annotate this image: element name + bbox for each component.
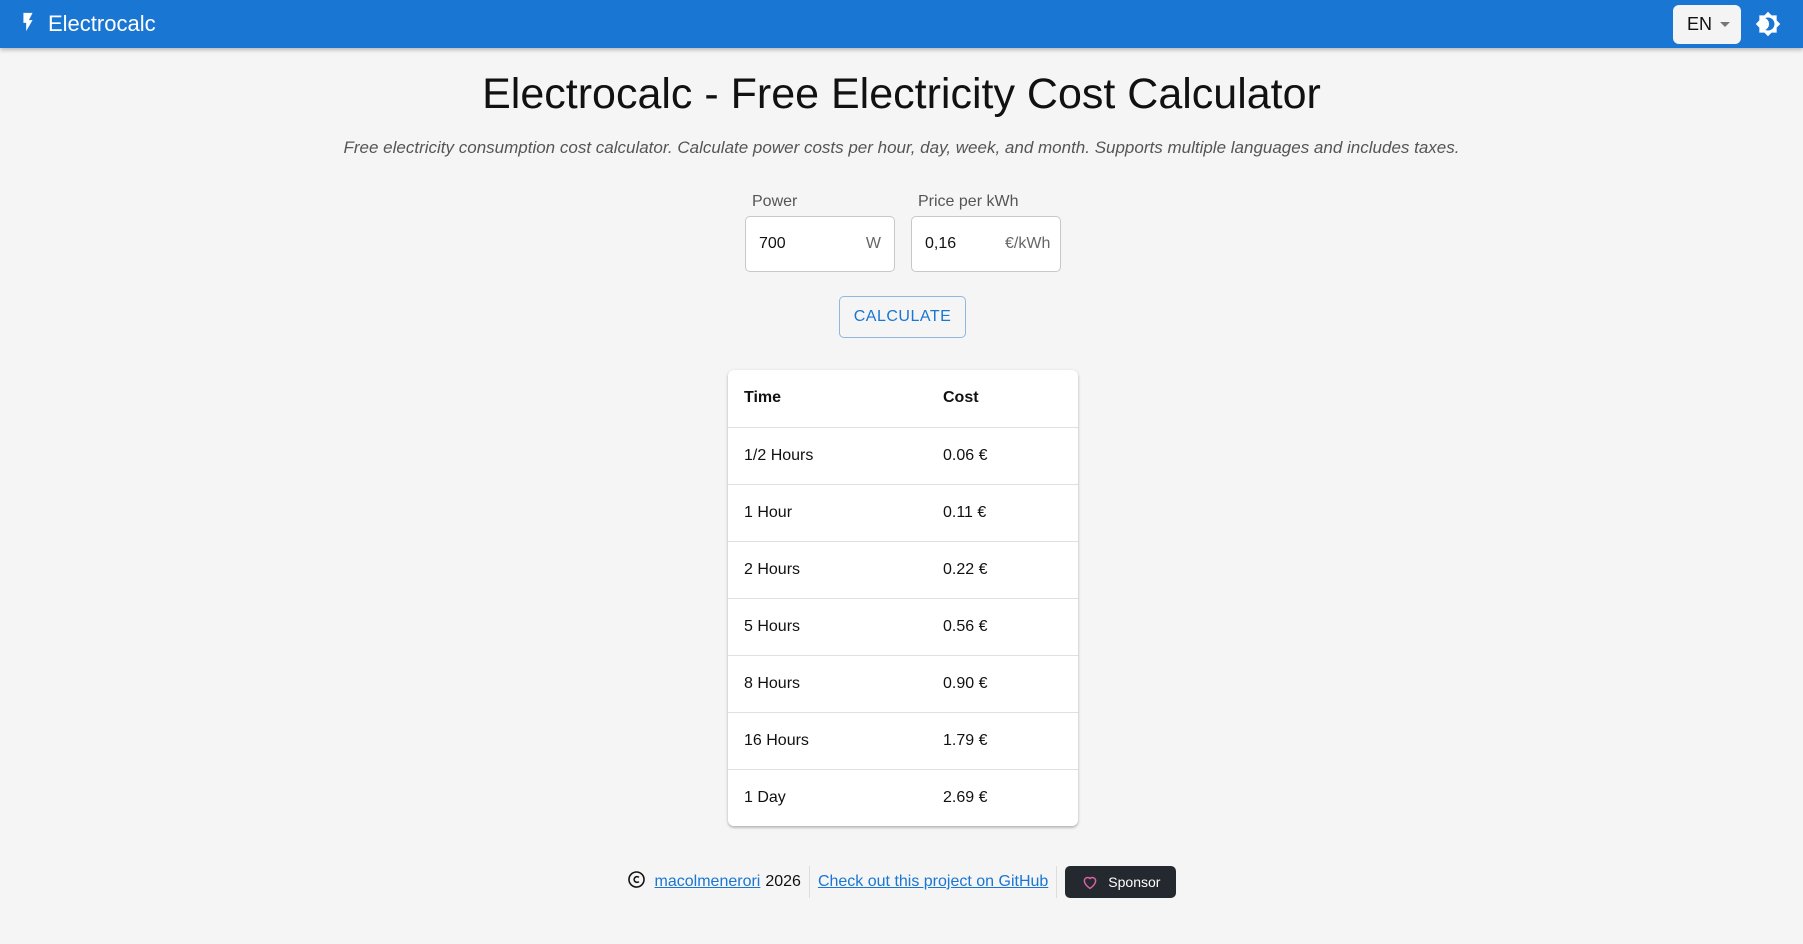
price-field[interactable]: €/kWh (911, 216, 1061, 272)
copyright-year: 2026 (765, 873, 801, 890)
table-row: 5 Hours 0.56 € (728, 598, 1078, 656)
cost-cell: 0.56 € (927, 598, 1078, 656)
app-name: Electrocalc (48, 11, 156, 36)
time-cell: 16 Hours (728, 712, 927, 770)
cost-cell: 0.90 € (927, 655, 1078, 713)
page-subtitle: Free electricity consumption cost calcul… (343, 138, 1460, 157)
language-value: EN (1687, 14, 1713, 34)
results-table: Time Cost 1/2 Hours 0.06 € 1 Hour 0.11 €… (728, 370, 1078, 826)
cost-cell: 0.11 € (927, 484, 1078, 542)
column-header-cost: Cost (927, 370, 1078, 428)
time-cell: 2 Hours (728, 541, 927, 599)
power-input[interactable] (759, 235, 839, 253)
sponsor-label: Sponsor (1108, 874, 1161, 890)
chevron-down-icon (1720, 22, 1731, 27)
app-bar: Electrocalc EN (0, 0, 1803, 48)
price-input[interactable] (925, 235, 1005, 253)
price-unit: €/kWh (1005, 235, 1051, 252)
cost-cell: 0.06 € (927, 427, 1078, 485)
heart-icon (1083, 876, 1097, 890)
table-row: 1/2 Hours 0.06 € (728, 427, 1078, 485)
bolt-icon (17, 11, 39, 38)
copyright-icon (627, 870, 655, 894)
time-cell: 5 Hours (728, 598, 927, 656)
column-header-time: Time (728, 370, 927, 428)
author-link[interactable]: macolmenerori (655, 873, 761, 891)
brightness-icon (1755, 11, 1781, 37)
table-row: 8 Hours 0.90 € (728, 655, 1078, 713)
footer: macolmenerori 2026 Check out this projec… (0, 866, 1803, 898)
table-row: 1 Hour 0.11 € (728, 484, 1078, 542)
footer-divider (808, 866, 810, 898)
time-cell: 1 Hour (728, 484, 927, 542)
time-cell: 1/2 Hours (728, 427, 927, 485)
time-cell: 8 Hours (728, 655, 927, 713)
page-title: Electrocalc - Free Electricity Cost Calc… (482, 70, 1321, 118)
table-row: 1 Day 2.69 € (728, 769, 1078, 826)
brand[interactable]: Electrocalc (17, 11, 156, 38)
time-cell: 1 Day (744, 788, 786, 806)
power-label: Power (752, 193, 798, 210)
theme-toggle-button[interactable] (1755, 11, 1781, 37)
table-row: 2 Hours 0.22 € (728, 541, 1078, 599)
cost-cell: 2.69 € (943, 788, 988, 806)
table-header-row: Time Cost (728, 370, 1078, 428)
price-label: Price per kWh (918, 193, 1019, 210)
github-link[interactable]: Check out this project on GitHub (818, 873, 1048, 891)
language-select[interactable]: EN (1673, 5, 1741, 44)
cost-cell: 0.22 € (927, 541, 1078, 599)
table-row: 16 Hours 1.79 € (728, 712, 1078, 770)
cost-cell: 1.79 € (927, 712, 1078, 770)
power-unit: W (865, 235, 881, 252)
footer-divider (1056, 866, 1058, 898)
calculate-button[interactable]: CALCULATE (839, 296, 966, 338)
sponsor-button[interactable]: Sponsor (1065, 866, 1177, 898)
power-field[interactable]: W (745, 216, 895, 272)
